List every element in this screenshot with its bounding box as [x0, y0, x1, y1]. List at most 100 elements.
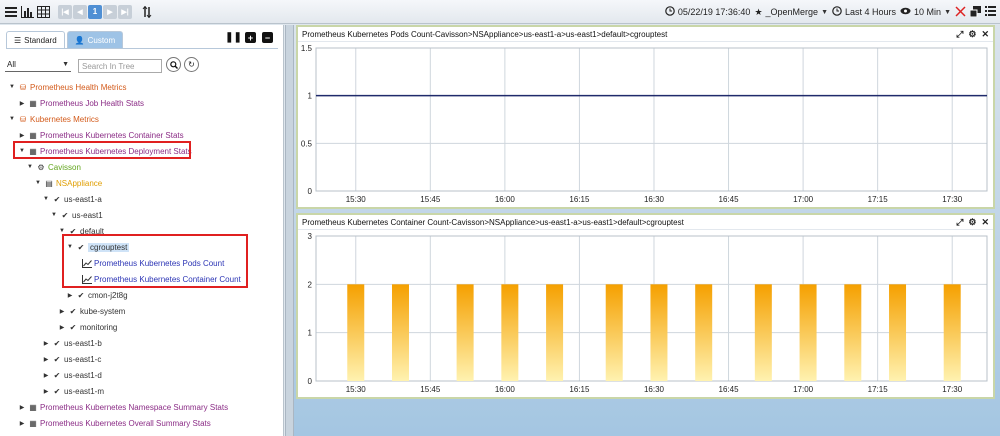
check-icon: ✔	[53, 370, 61, 380]
first-page-icon[interactable]: |◀	[58, 4, 72, 19]
tab-standard[interactable]: ☰ Standard	[6, 31, 65, 48]
bar[interactable]	[605, 284, 623, 381]
expand-icon[interactable]: ⤢	[956, 29, 963, 40]
window-layout-icon[interactable]	[969, 5, 981, 19]
bar[interactable]	[650, 284, 668, 381]
x-tick-label: 16:45	[719, 385, 740, 394]
tree-node[interactable]: ▶ ▦ Prometheus Kubernetes Container Stat…	[18, 128, 184, 142]
tree-node[interactable]: ▼ ⚙ Cavisson	[26, 160, 81, 174]
filter-select[interactable]: All ▼	[5, 58, 71, 72]
tree-node-label: us-east1	[72, 210, 103, 220]
search-input[interactable]: Search In Tree	[78, 59, 162, 73]
bar-chart-icon[interactable]	[20, 5, 34, 19]
bar[interactable]	[347, 284, 365, 381]
chevron-down-icon: ▼	[821, 8, 829, 16]
expand-arrow-icon[interactable]: ▶	[58, 308, 66, 315]
tree-node[interactable]: ▶ ✔ monitoring	[58, 320, 118, 334]
chart-header: Prometheus Kubernetes Pods Count-Cavisso…	[298, 27, 993, 42]
gear-icon[interactable]: ⚙	[968, 29, 976, 40]
gear-icon[interactable]: ⚙	[968, 217, 976, 228]
tree-node[interactable]: ▼ ✔ us-east1-a	[42, 192, 102, 206]
tree-node[interactable]: ▶ ▦ Prometheus Kubernetes Namespace Summ…	[18, 400, 228, 414]
expand-arrow-icon[interactable]: ▶	[18, 100, 26, 107]
menu-icon[interactable]	[4, 5, 18, 19]
bar[interactable]	[546, 284, 564, 381]
bar[interactable]	[943, 284, 961, 381]
datetime-text: 05/22/19 17:36:40	[677, 7, 751, 17]
bar[interactable]	[391, 284, 409, 381]
tree-node[interactable]: ▼ ✔ us-east1	[50, 208, 103, 222]
panel-splitter[interactable]	[285, 25, 294, 436]
x-tick-label: 17:30	[942, 195, 963, 204]
tree-node[interactable]: ▶ ✔ us-east1-m	[42, 384, 104, 398]
tab-custom[interactable]: 👤 Custom	[66, 31, 124, 48]
list-icon[interactable]	[985, 6, 996, 18]
bar[interactable]	[695, 284, 713, 381]
expand-icon[interactable]: ⤢	[956, 217, 963, 228]
collapse-arrow-icon[interactable]: ▼	[8, 84, 16, 90]
filter-value: All	[7, 60, 16, 69]
collapse-arrow-icon[interactable]: ▼	[34, 180, 42, 186]
y-tick-label: 1	[308, 92, 313, 101]
sort-icon[interactable]	[140, 5, 154, 19]
bar[interactable]	[501, 284, 519, 381]
favorite-dropdown[interactable]: ★ _OpenMerge ▼	[754, 7, 828, 18]
prev-page-icon[interactable]: ◀	[73, 4, 87, 19]
tree-node[interactable]: ▶ ✔ us-east1-c	[42, 352, 102, 366]
collapse-arrow-icon[interactable]: ▼	[8, 116, 16, 122]
last-page-icon[interactable]: ▶|	[118, 4, 132, 19]
favorite-label: _OpenMerge	[765, 7, 819, 17]
next-page-icon[interactable]: ▶	[103, 4, 117, 19]
expand-arrow-icon[interactable]: ▶	[42, 388, 50, 395]
expand-arrow-icon[interactable]: ▶	[42, 372, 50, 379]
bar[interactable]	[889, 284, 907, 381]
refresh-button[interactable]: ↻	[184, 57, 199, 72]
table-icon[interactable]	[36, 5, 50, 19]
expand-arrow-icon[interactable]: ▶	[18, 404, 26, 411]
page-number[interactable]: 1	[88, 4, 102, 19]
check-icon: ✔	[53, 194, 61, 204]
check-icon: ✔	[53, 386, 61, 396]
highlight-box	[13, 141, 191, 159]
expand-arrow-icon[interactable]: ▶	[58, 324, 66, 331]
x-tick-label: 16:30	[644, 385, 665, 394]
expand-arrow-icon[interactable]: ▶	[42, 356, 50, 363]
disconnect-icon[interactable]	[955, 5, 966, 19]
tree-node[interactable]: ▶ ▦ Prometheus Kubernetes Overall Summar…	[18, 416, 211, 430]
interval-dropdown[interactable]: 10 Min ▼	[900, 7, 951, 17]
bar[interactable]	[456, 284, 474, 381]
x-tick-label: 17:00	[793, 385, 814, 394]
check-icon: ✔	[53, 354, 61, 364]
y-tick-label: 1	[308, 329, 313, 338]
expand-arrow-icon[interactable]: ▶	[42, 340, 50, 347]
collapse-arrow-icon[interactable]: ▼	[26, 164, 34, 170]
tree-node[interactable]: ▼ ⛁ Kubernetes Metrics	[8, 112, 99, 126]
collapse-all-icon[interactable]: −	[262, 32, 273, 43]
bar[interactable]	[844, 284, 862, 381]
time-range-dropdown[interactable]: Last 4 Hours	[832, 6, 896, 18]
tree-node[interactable]: ▼ ▤ NSAppliance	[34, 176, 102, 190]
x-tick-label: 16:15	[569, 385, 590, 394]
tree-node[interactable]: ▶ ✔ us-east1-b	[42, 336, 102, 350]
expand-arrow-icon[interactable]: ▶	[66, 292, 74, 299]
list-icon: ☰	[14, 35, 22, 45]
close-icon[interactable]: ✕	[981, 29, 989, 40]
collapse-arrow-icon[interactable]: ▼	[50, 212, 58, 218]
tree-node[interactable]: ▼ ⛁ Prometheus Health Metrics	[8, 80, 126, 94]
expand-arrow-icon[interactable]: ▶	[18, 420, 26, 427]
tree-node[interactable]: ▶ ✔ us-east1-d	[42, 368, 102, 382]
bar[interactable]	[754, 284, 772, 381]
bar[interactable]	[799, 284, 817, 381]
expand-all-icon[interactable]: +	[245, 32, 256, 43]
expand-arrow-icon[interactable]: ▶	[18, 132, 26, 139]
tree-node-label: us-east1-c	[64, 354, 102, 364]
pause-icon[interactable]: ❚❚	[225, 32, 242, 43]
close-icon[interactable]: ✕	[981, 217, 989, 228]
x-tick-label: 17:00	[793, 195, 814, 204]
tree-node-label: us-east1-m	[64, 386, 105, 396]
search-button[interactable]	[166, 57, 181, 72]
tree-node[interactable]: ▶ ▦ Prometheus Job Health Stats	[18, 96, 144, 110]
tree-node[interactable]: ▶ ✔ kube-system	[58, 304, 126, 318]
collapse-arrow-icon[interactable]: ▼	[42, 196, 50, 202]
tree-node[interactable]: ▶ ✔ cmon-j2t8g	[66, 288, 128, 302]
